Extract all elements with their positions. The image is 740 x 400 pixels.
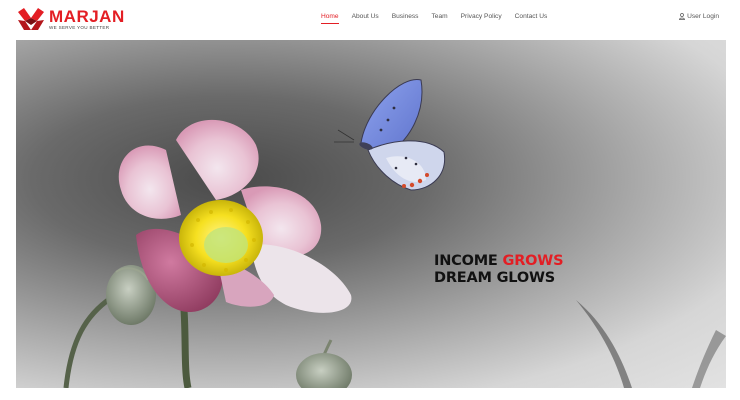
nav-privacy-policy[interactable]: Privacy Policy [461,13,502,24]
nav-home[interactable]: Home [321,13,339,24]
hero-slogan: INCOME GROWS DREAM GLOWS [434,253,564,287]
hero-banner: INCOME GROWS DREAM GLOWS [16,40,726,388]
hero-image [63,79,726,388]
brand-name: MARJAN [49,6,125,26]
user-login-link[interactable]: User Login [679,13,719,20]
site-header: MARJAN WE SERVE YOU BETTER Home About Us… [0,0,740,38]
nav-business[interactable]: Business [392,13,419,24]
user-icon [679,13,685,20]
butterfly-graphic [334,79,446,191]
slogan-line1-b: GROWS [502,253,564,269]
nav-about-us[interactable]: About Us [352,13,379,24]
main-nav: Home About Us Business Team Privacy Poli… [321,13,547,24]
brand-tagline: WE SERVE YOU BETTER [49,24,110,30]
logo-mark-icon [18,8,44,30]
slogan-line2: DREAM GLOWS [434,270,555,286]
nav-team[interactable]: Team [431,13,447,24]
user-login-label: User Login [687,13,719,20]
slogan-line1-a: INCOME [434,253,498,269]
brand-logo[interactable]: MARJAN WE SERVE YOU BETTER [18,7,125,31]
nav-contact-us[interactable]: Contact Us [515,13,548,24]
